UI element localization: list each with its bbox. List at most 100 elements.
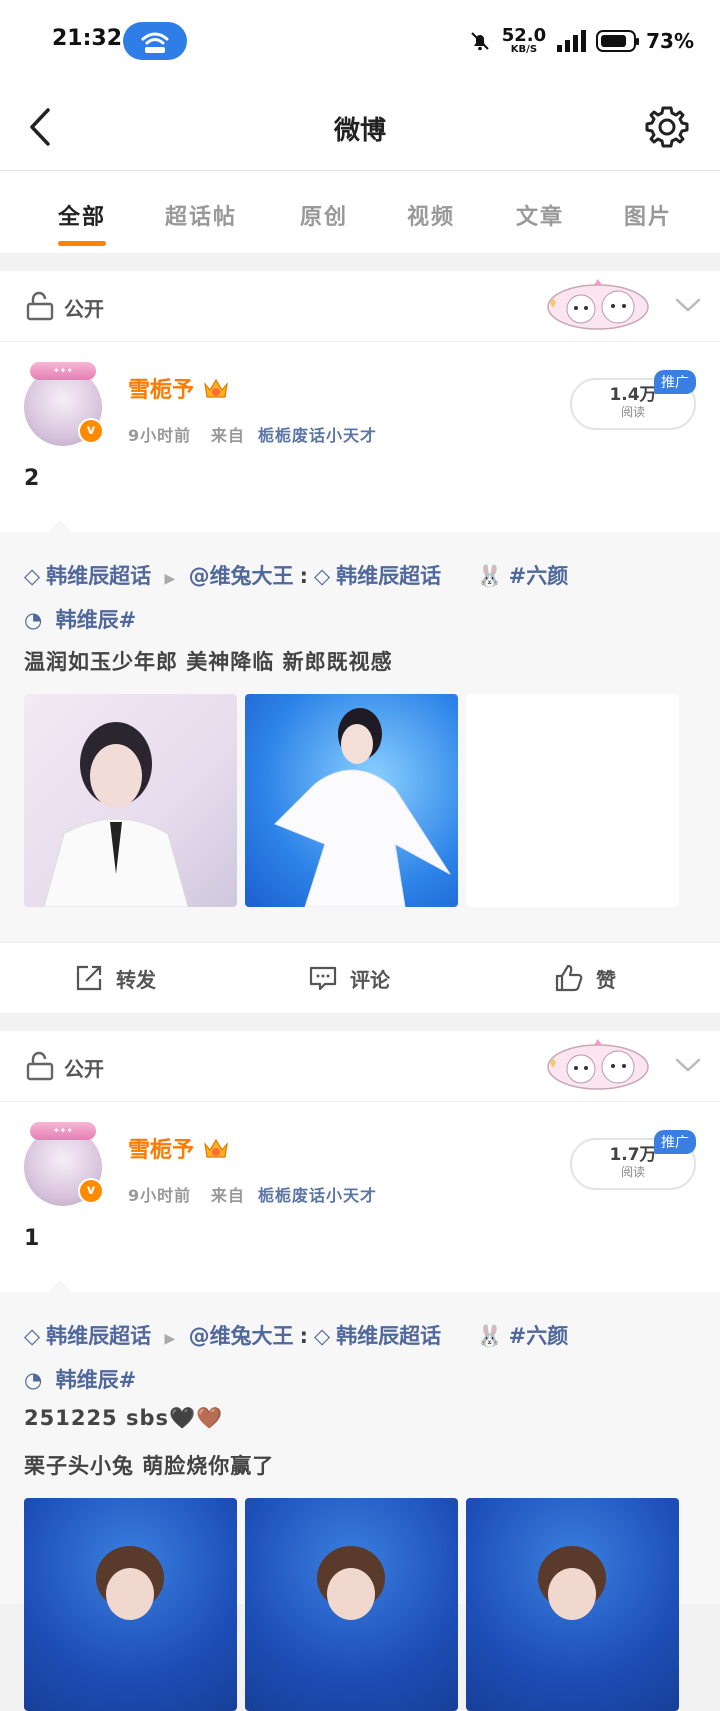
quote-links-line: ◇ 韩维辰超话 ▶ @维兔大王: ◇ 韩维辰超话 🐰 #六颜 <box>24 560 696 590</box>
tab-active-indicator <box>58 241 106 246</box>
tab-video[interactable]: 视频 <box>407 199 455 231</box>
mention-colon: : <box>299 1324 308 1348</box>
gear-icon <box>645 106 689 148</box>
tab-all[interactable]: 全部 <box>58 199 106 231</box>
signal-icon <box>557 30 587 52</box>
status-time: 21:32 <box>52 26 123 51</box>
mute-bell-icon <box>470 32 489 51</box>
supertopic-link-2[interactable]: 韩维辰超话 <box>336 1324 441 1348</box>
tab-original[interactable]: 原创 <box>300 199 348 231</box>
topic-tag-icon: ◔ <box>24 1368 43 1392</box>
hashtag-link-end[interactable]: 韩维辰# <box>56 608 137 632</box>
status-bar: 21:32 52.0 KB/S 73% <box>0 0 720 84</box>
unlock-icon <box>26 1051 54 1081</box>
username[interactable]: 雪栀予 <box>128 372 194 404</box>
supertopic-link-2[interactable]: 韩维辰超话 <box>336 564 441 588</box>
post-image[interactable] <box>245 694 458 907</box>
avatar[interactable]: ✦✦✦ v <box>24 1122 104 1206</box>
verified-badge-icon: v <box>78 418 104 444</box>
reads-label: 阅读 <box>620 1164 645 1179</box>
like-label: 赞 <box>596 967 616 992</box>
post-text: 2 <box>24 466 40 491</box>
topic-tag-icon: ◔ <box>24 608 43 632</box>
settings-button[interactable] <box>642 102 692 152</box>
post-header: ✦✦✦ v 雪栀予 9小时前 来自 栀栀废话小天才 1.4万 阅读 推广 2 <box>0 342 720 532</box>
quoted-post[interactable]: ◇ 韩维辰超话 ▶ @维兔大王: ◇ 韩维辰超话 🐰 #六颜 ◔ 韩维辰# 251225… <box>0 1292 720 1711</box>
post-source[interactable]: 栀栀废话小天才 <box>258 426 377 445</box>
hotspot-indicator[interactable] <box>123 22 187 60</box>
tab-image[interactable]: 图片 <box>624 199 672 231</box>
mention-link[interactable]: @维兔大王 <box>189 1324 294 1348</box>
page-title: 微博 <box>333 116 386 146</box>
rabbit-emoji-icon: 🐰 <box>476 1324 503 1348</box>
quote-text: 251225 sbs🖤🤎 <box>24 1406 224 1430</box>
supertopic-link[interactable]: 韩维辰超话 <box>46 1324 151 1348</box>
net-speed-value: 52.0 <box>501 25 547 46</box>
comment-icon <box>309 966 337 991</box>
chevron-down-icon[interactable] <box>672 1049 704 1081</box>
unlock-icon <box>26 291 54 321</box>
sticker-decoration-icon <box>547 1039 649 1090</box>
quote-links-line: ◇ 韩维辰超话 ▶ @维兔大王: ◇ 韩维辰超话 🐰 #六颜 <box>24 1320 696 1350</box>
visibility-label: 公开 <box>64 297 104 321</box>
battery-icon <box>596 30 640 52</box>
post-source[interactable]: 栀栀废话小天才 <box>258 1186 377 1205</box>
hashtag-link-end[interactable]: 韩维辰# <box>56 1368 137 1392</box>
reads-counter[interactable]: 1.7万 阅读 推广 <box>570 1130 696 1190</box>
quote-text: 温润如玉少年郎 美神降临 新郎既视感 <box>24 650 393 674</box>
person-photo-icon <box>43 722 189 907</box>
net-speed: 52.0 KB/S <box>502 27 546 55</box>
tab-supertopic[interactable]: 超话帖 <box>165 199 237 231</box>
quoted-post[interactable]: ◇ 韩维辰超话 ▶ @维兔大王: ◇ 韩维辰超话 🐰 #六颜 ◔ 韩维辰# 温润如玉少年… <box>0 532 720 942</box>
repost-label: 转发 <box>116 967 156 992</box>
reads-counter[interactable]: 1.4万 阅读 推广 <box>570 370 696 430</box>
post-from: 来自 <box>210 1186 245 1205</box>
hashtag-link-start[interactable]: #六颜 <box>509 564 569 588</box>
post-from: 来自 <box>210 426 245 445</box>
tab-article[interactable]: 文章 <box>516 199 564 231</box>
share-icon <box>76 965 102 991</box>
battery-percent: 73% <box>646 29 694 53</box>
supertopic-diamond-icon: ◇ <box>24 1324 41 1348</box>
username-row[interactable]: 雪栀予 <box>128 1132 230 1164</box>
play-triangle-icon: ▶ <box>164 571 176 587</box>
post-header: ✦✦✦ v 雪栀予 9小时前 来自 栀栀废话小天才 1.7万 阅读 推广 1 <box>0 1102 720 1292</box>
crown-badge-icon <box>204 1138 228 1158</box>
person-photo-icon <box>274 708 451 907</box>
post-image[interactable] <box>24 694 237 907</box>
post-image-placeholder[interactable] <box>466 694 679 907</box>
repost-button[interactable]: 转发 <box>74 963 156 993</box>
quote-pointer <box>48 520 72 532</box>
tab-bar: 全部 超话帖 原创 视频 文章 图片 <box>0 171 720 253</box>
post-actions: 转发 评论 赞 <box>0 942 720 1013</box>
post-image[interactable] <box>466 1498 679 1711</box>
supertopic-diamond-icon: ◇ <box>313 564 331 588</box>
visibility-row: 公开 <box>0 1031 720 1102</box>
quote-pointer <box>48 1280 72 1292</box>
avatar-frame-badge: ✦✦✦ <box>30 362 96 380</box>
chevron-down-icon[interactable] <box>672 289 704 321</box>
crown-badge-icon <box>204 378 228 398</box>
post-image[interactable] <box>24 1498 237 1711</box>
supertopic-diamond-icon: ◇ <box>313 1324 331 1348</box>
person-photo-icon <box>96 1546 164 1620</box>
supertopic-link[interactable]: 韩维辰超话 <box>46 564 151 588</box>
hashtag-link-start[interactable]: #六颜 <box>509 1324 569 1348</box>
like-button[interactable]: 赞 <box>554 963 616 993</box>
username-row[interactable]: 雪栀予 <box>128 372 230 404</box>
person-photo-icon <box>317 1546 385 1620</box>
post-image[interactable] <box>245 1498 458 1711</box>
quote-links-line-2: ◔ 韩维辰# <box>24 604 696 634</box>
mention-link[interactable]: @维兔大王 <box>189 564 294 588</box>
person-photo-icon <box>538 1546 606 1620</box>
post-time: 9小时前 <box>128 1186 192 1205</box>
username[interactable]: 雪栀予 <box>128 1132 194 1164</box>
sticker-decoration-icon <box>547 279 649 330</box>
promote-badge[interactable]: 推广 <box>654 370 696 394</box>
rabbit-emoji-icon: 🐰 <box>476 564 503 588</box>
promote-badge[interactable]: 推广 <box>654 1130 696 1154</box>
play-triangle-icon: ▶ <box>164 1331 176 1347</box>
comment-button[interactable]: 评论 <box>308 963 390 993</box>
thumbs-up-icon <box>555 964 583 992</box>
avatar[interactable]: ✦✦✦ v <box>24 362 104 446</box>
